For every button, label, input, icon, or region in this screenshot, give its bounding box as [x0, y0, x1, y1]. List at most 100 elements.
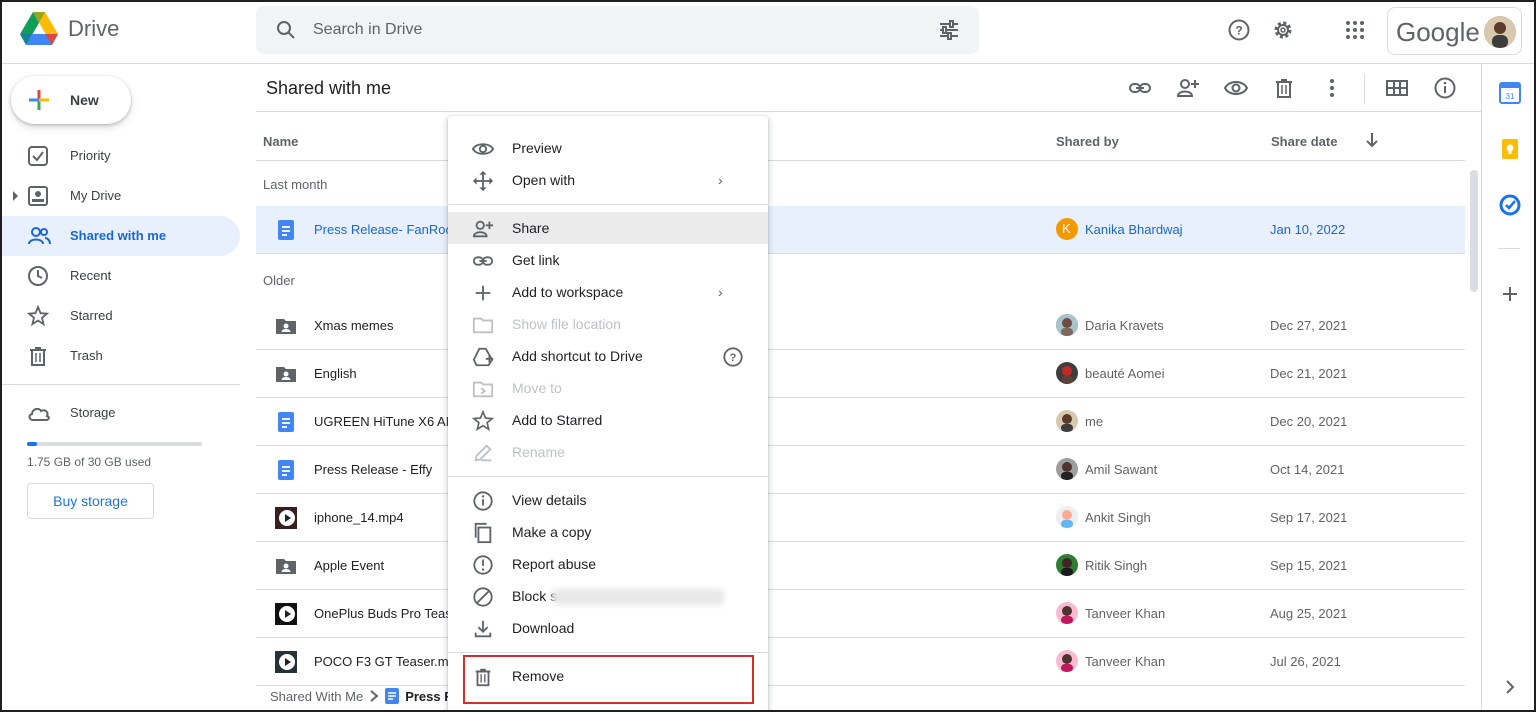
plus-icon	[475, 285, 491, 301]
chevron-right-icon[interactable]	[1499, 676, 1521, 698]
shared-folder-icon	[276, 319, 296, 334]
help-icon[interactable]: ?	[722, 346, 744, 368]
table-row[interactable]: UGREEN HiTune X6 ANC me Dec 20, 2021	[256, 398, 1465, 446]
sidebar-item-label: Recent	[70, 268, 112, 283]
more-vert-icon[interactable]	[1320, 76, 1344, 100]
menu-item-add-shortcut[interactable]: Add shortcut to Drive ?	[448, 340, 768, 372]
sidebar-item-priority[interactable]: Priority	[2, 136, 240, 176]
menu-item-get-link[interactable]: Get link	[448, 244, 768, 276]
menu-item-label: Preview	[512, 140, 562, 156]
table-row[interactable]: POCO F3 GT Teaser.m4 Tanveer Khan Jul 26…	[256, 638, 1465, 686]
menu-divider	[448, 204, 768, 205]
shared-by: me	[1085, 414, 1104, 429]
grid-view-icon[interactable]	[1385, 76, 1409, 100]
add-addon-plus-icon[interactable]	[1499, 283, 1521, 305]
new-button[interactable]: New	[11, 76, 131, 124]
menu-item-add-to-starred[interactable]: Add to Starred	[448, 404, 768, 436]
shared-by: Ankit Singh	[1085, 510, 1151, 525]
table-row[interactable]: English beauté Aomei Dec 21, 2021	[256, 350, 1465, 398]
share-date: Dec 27, 2021	[1270, 318, 1348, 333]
table-row[interactable]: Press Release - Effy Amil Sawant Oct 14,…	[256, 446, 1465, 494]
svg-text:?: ?	[1235, 24, 1242, 38]
drive-logo[interactable]: Drive	[20, 12, 119, 46]
menu-item-block[interactable]: Block s	[448, 580, 768, 612]
link-icon[interactable]	[1128, 76, 1152, 100]
sort-arrow-down-icon[interactable]	[1364, 132, 1380, 148]
share-date: Dec 21, 2021	[1270, 366, 1348, 381]
search-icon[interactable]	[274, 18, 298, 42]
search-input[interactable]: Search in Drive	[313, 21, 422, 39]
storage-used-text: 1.75 GB of 30 GB used	[27, 455, 152, 469]
table-row[interactable]: iphone_14.mp4 Ankit Singh Sep 17, 2021	[256, 494, 1465, 542]
menu-item-label: Add to workspace	[512, 284, 624, 300]
help-icon[interactable]: ?	[1227, 18, 1251, 42]
menu-item-preview[interactable]: Preview	[448, 132, 768, 164]
menu-item-label: Report abuse	[512, 556, 597, 572]
sidebar-item-label: My Drive	[70, 188, 122, 203]
apps-grid-icon[interactable]	[1343, 18, 1367, 42]
menu-item-move-to: Move to	[448, 372, 768, 404]
add-shortcut-drive-icon	[472, 347, 494, 367]
avatar[interactable]	[1484, 16, 1516, 48]
search-options-icon[interactable]	[937, 18, 961, 42]
menu-item-view-details[interactable]: View details	[448, 484, 768, 516]
table-row[interactable]: Xmas memes Daria Kravets Dec 27, 2021	[256, 302, 1465, 350]
trash-icon[interactable]	[1272, 76, 1296, 100]
info-icon[interactable]	[1433, 76, 1457, 100]
sidebar-item-trash[interactable]: Trash	[2, 336, 240, 376]
shared-by: beauté Aomei	[1085, 366, 1165, 381]
sidebar-item-shared-with-me[interactable]: Shared with me	[2, 216, 240, 256]
file-name: UGREEN HiTune X6 ANC	[314, 414, 454, 429]
table-row[interactable]: OnePlus Buds Pro Teaser Tanveer Khan Aug…	[256, 590, 1465, 638]
shared-icon	[28, 227, 51, 245]
search-bar[interactable]: Search in Drive	[256, 6, 979, 54]
sidebar-divider	[2, 384, 240, 385]
buy-storage-button[interactable]: Buy storage	[27, 483, 154, 519]
shared-by: Daria Kravets	[1085, 318, 1164, 333]
breadcrumb-root[interactable]: Shared With Me	[270, 689, 363, 704]
column-shared-by[interactable]: Shared by	[1056, 134, 1119, 149]
menu-item-label: View details	[512, 492, 587, 508]
sidebar-item-storage[interactable]: Storage	[2, 393, 240, 433]
avatar	[1056, 506, 1078, 528]
menu-item-show-file-location: Show file location	[448, 308, 768, 340]
settings-gear-icon[interactable]	[1271, 18, 1295, 42]
menu-item-make-a-copy[interactable]: Make a copy	[448, 516, 768, 548]
menu-item-download[interactable]: Download	[448, 612, 768, 644]
menu-item-open-with[interactable]: Open with ›	[448, 164, 768, 196]
account-switcher[interactable]: Google	[1387, 7, 1522, 55]
menu-item-share[interactable]: Share	[448, 212, 768, 244]
menu-item-report-abuse[interactable]: Report abuse	[448, 548, 768, 580]
svg-text:31: 31	[1506, 92, 1515, 101]
sidebar-item-recent[interactable]: Recent	[2, 256, 240, 296]
table-row[interactable]: Apple Event Ritik Singh Sep 15, 2021	[256, 542, 1465, 590]
plus-colored-icon	[29, 90, 49, 110]
menu-item-label: Download	[512, 620, 575, 636]
shared-folder-icon	[276, 367, 296, 382]
add-person-icon[interactable]	[1176, 76, 1200, 100]
avatar-letter: K	[1062, 221, 1071, 236]
sidebar-item-label: Starred	[70, 308, 113, 323]
menu-item-label: Add to Starred	[512, 412, 603, 428]
column-name[interactable]: Name	[263, 134, 298, 149]
file-name: OnePlus Buds Pro Teaser	[314, 606, 454, 621]
table-row[interactable]: Press Release- FanRoom K Kanika Bhardwaj…	[256, 206, 1465, 254]
eye-icon[interactable]	[1224, 76, 1248, 100]
menu-item-add-to-workspace[interactable]: Add to workspace ›	[448, 276, 768, 308]
column-share-date[interactable]: Share date	[1271, 134, 1337, 149]
scrollbar[interactable]	[1470, 170, 1478, 292]
google-wordmark: Google	[1396, 17, 1480, 47]
sidebar-item-starred[interactable]: Starred	[2, 296, 240, 336]
sidebar-item-my-drive[interactable]: My Drive	[2, 176, 240, 216]
keep-icon[interactable]	[1499, 138, 1521, 160]
video-icon	[275, 507, 297, 529]
shared-folder-icon	[276, 559, 296, 574]
tasks-icon[interactable]	[1499, 194, 1521, 216]
context-menu: Preview Open with › Share Get link Add t…	[448, 116, 768, 710]
copy-icon	[474, 522, 492, 544]
google-doc-icon	[278, 412, 294, 432]
calendar-icon[interactable]: 31	[1499, 82, 1521, 104]
top-bar: Drive Search in Drive ? Google	[2, 2, 1534, 64]
expand-caret-icon[interactable]	[13, 191, 18, 201]
breadcrumb-current[interactable]: Press R	[405, 689, 453, 704]
